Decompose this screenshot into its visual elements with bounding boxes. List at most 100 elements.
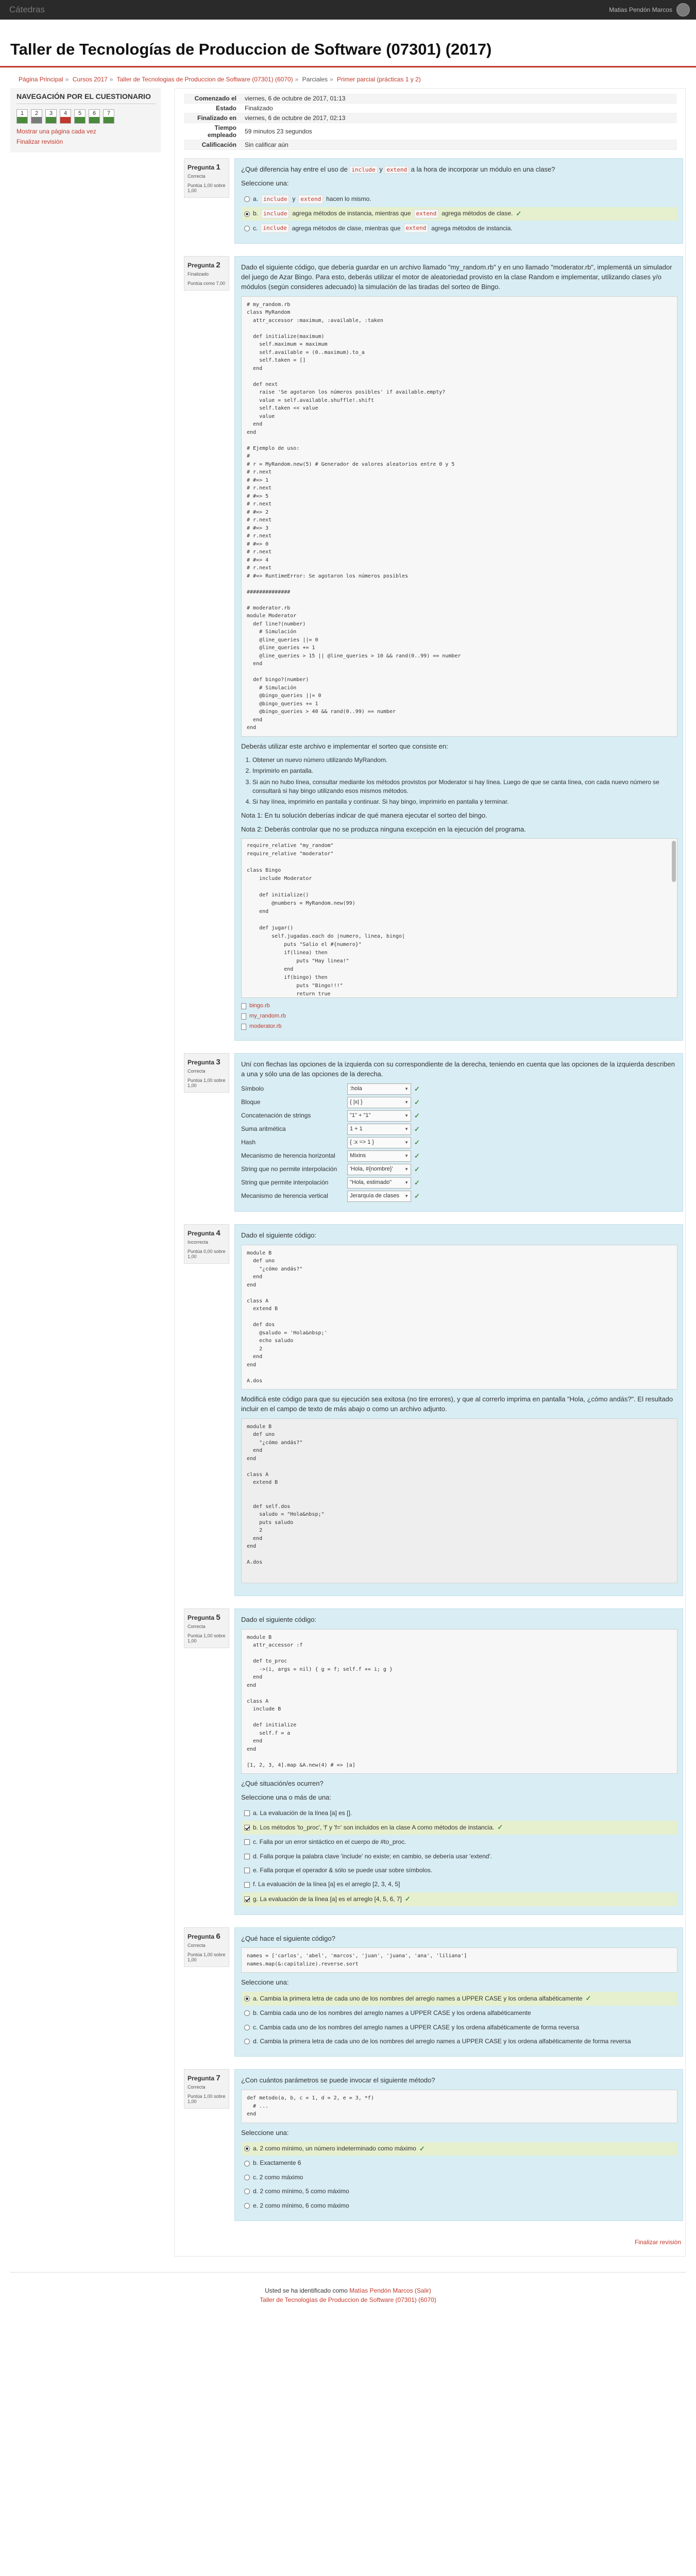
answer-option-a[interactable]: a. include y extend hacen lo mismo. — [241, 193, 677, 206]
checkbox[interactable] — [244, 1896, 250, 1902]
answer-option[interactable]: a. 2 como mínimo, un número indeterminad… — [241, 2142, 677, 2156]
radio-button[interactable] — [244, 196, 250, 202]
answer-option[interactable]: a. La evaluación de la línea [a] es []. — [241, 1807, 677, 1820]
footer-course-link[interactable]: Taller de Tecnologías de Produccion de S… — [260, 2296, 436, 2303]
question-nav-button[interactable]: 1 — [16, 109, 28, 124]
matching-select[interactable]: :hola ▼ — [347, 1083, 411, 1095]
answer-option[interactable]: d. 2 como mínimo, 5 como máximo — [241, 2185, 677, 2198]
answer-option[interactable]: b. Exactamente 6 — [241, 2157, 677, 2170]
answer-text[interactable]: require_relative "my_random" require_rel… — [247, 843, 405, 997]
matching-select[interactable]: "Hola, estimado" ▼ — [347, 1177, 411, 1189]
radio-button[interactable] — [244, 1996, 250, 2002]
breadcrumb-home[interactable]: Página Principal — [19, 76, 63, 83]
matching-select[interactable]: Mixins ▼ — [347, 1150, 411, 1162]
radio-button[interactable] — [244, 2010, 250, 2016]
attachment-file[interactable]: moderator.rb — [241, 1023, 677, 1031]
matching-select[interactable]: { :x => 1 } ▼ — [347, 1137, 411, 1148]
attachment-file[interactable]: bingo.rb — [241, 1002, 677, 1010]
question-nav-number: 5 — [78, 110, 82, 116]
question-points: Puntúa 1,00 sobre 1,00 — [188, 1078, 226, 1089]
radio-button[interactable] — [244, 2160, 250, 2166]
answer-textarea[interactable]: module B def uno "¿cómo andás?" end end … — [241, 1418, 677, 1583]
answer-option[interactable]: b. Los métodos 'to_proc', 'f' y 'f=' son… — [241, 1821, 677, 1835]
answer-option[interactable]: e. 2 como mínimo, 6 como máximo — [241, 2199, 677, 2212]
site-brand[interactable]: Cátedras — [9, 5, 45, 15]
question-text: Dado el siguiente código, que debería gu… — [241, 263, 672, 291]
matching-select[interactable]: Jerarquía de clases ▼ — [347, 1190, 411, 1202]
question-label: Pregunta — [188, 1933, 215, 1940]
question-label: Pregunta — [188, 1614, 215, 1621]
answer-option-b[interactable]: b. include agrega métodos de instancia, … — [241, 207, 677, 221]
finish-review-link-bottom[interactable]: Finalizar revisión — [635, 2239, 681, 2246]
matching-select[interactable]: 1 + 1 ▼ — [347, 1123, 411, 1135]
question-nav-number: 6 — [92, 110, 96, 116]
question-nav-button[interactable]: 4 — [60, 109, 71, 124]
matching-select[interactable]: "1" + "1" ▼ — [347, 1110, 411, 1122]
question-nav-button[interactable]: 3 — [45, 109, 57, 124]
show-one-page-link[interactable]: Mostrar una página cada vez — [16, 128, 156, 135]
radio-button[interactable] — [244, 2024, 250, 2030]
question-info: Pregunta 1 Correcta Puntúa 1,00 sobre 1,… — [184, 158, 229, 198]
matching-label: Mecanismo de herencia horizontal — [241, 1152, 335, 1160]
top-navbar: Cátedras Matias Pendón Marcos — [0, 0, 696, 20]
checkbox[interactable] — [244, 1882, 250, 1888]
question-nav-button[interactable]: 6 — [89, 109, 100, 124]
answer-option-c[interactable]: c. include agrega métodos de clase, mien… — [241, 222, 677, 235]
summary-value: viernes, 6 de octubre de 2017, 02:13 — [241, 113, 677, 123]
radio-button[interactable] — [244, 2202, 250, 2209]
editor-scrollbar[interactable] — [672, 841, 676, 883]
checkbox[interactable] — [244, 1839, 250, 1845]
question-nav-button[interactable]: 5 — [74, 109, 86, 124]
question-state: Correcta — [188, 2084, 206, 2090]
answer-option[interactable]: b. Cambia cada uno de los nombres del ar… — [241, 2007, 677, 2020]
attachment-file[interactable]: my_random.rb — [241, 1012, 677, 1021]
breadcrumb-quiz[interactable]: Primer parcial (prácticas 1 y 2) — [337, 76, 421, 83]
answer-option[interactable]: f. La evaluación de la línea [a] es el a… — [241, 1878, 677, 1891]
user-menu[interactable]: Matias Pendón Marcos — [609, 3, 690, 16]
answer-option[interactable]: d. Cambia la primera letra de cada uno d… — [241, 2035, 677, 2048]
answer-option[interactable]: c. 2 como máximo — [241, 2171, 677, 2184]
matching-select[interactable]: 'Hola, #{nombre}' ▼ — [347, 1163, 411, 1175]
question-points: Puntúa 1,00 sobre 1,00 — [188, 2094, 226, 2105]
answer-option[interactable]: a. Cambia la primera letra de cada uno d… — [241, 1992, 677, 2006]
chevron-down-icon: ▼ — [404, 1087, 409, 1092]
answer-option[interactable]: c. Cambia cada uno de los nombres del ar… — [241, 2021, 677, 2034]
radio-button[interactable] — [244, 2146, 250, 2152]
chevron-down-icon: ▼ — [404, 1113, 409, 1118]
finish-review-link[interactable]: Finalizar revisión — [16, 138, 156, 145]
answer-text: g. La evaluación de la línea [a] es el a… — [253, 1895, 402, 1903]
radio-button[interactable] — [244, 2174, 250, 2180]
breadcrumb-courses[interactable]: Cursos 2017 — [73, 76, 108, 83]
breadcrumb-course[interactable]: Taller de Tecnologias de Produccion de S… — [117, 76, 293, 83]
question-nav-button[interactable]: 2 — [31, 109, 42, 124]
logout-link[interactable]: (Salir) — [415, 2287, 431, 2294]
checkbox[interactable] — [244, 1825, 250, 1831]
matching-row: Bloque { |x| } ▼ ✓ — [241, 1096, 677, 1108]
answer-option[interactable]: g. La evaluación de la línea [a] es el a… — [241, 1892, 677, 1906]
radio-button[interactable] — [244, 2189, 250, 2195]
question-info: Pregunta 4 Incorrecta Puntúa 0,00 sobre … — [184, 1224, 229, 1264]
answer-editor[interactable]: require_relative "my_random" require_rel… — [241, 838, 677, 998]
matching-select[interactable]: { |x| } ▼ — [347, 1096, 411, 1108]
radio-button[interactable] — [244, 2039, 250, 2045]
question-nav-button[interactable]: 7 — [103, 109, 114, 124]
question-text: ¿Qué hace el siguiente código? — [241, 1934, 335, 1942]
step-item: Si aún no hubo línea, consultar mediante… — [252, 778, 677, 796]
question-points: Puntúa como 7,00 — [188, 281, 226, 286]
user-name[interactable]: Matias Pendón Marcos — [609, 6, 672, 13]
radio-button[interactable] — [244, 211, 250, 217]
correct-check-icon: ✓ — [414, 1192, 420, 1200]
checkbox[interactable] — [244, 1810, 250, 1817]
checkbox[interactable] — [244, 1853, 250, 1859]
radio-button[interactable] — [244, 225, 250, 231]
checkbox[interactable] — [244, 1868, 250, 1874]
step-item: Imprimirlo en pantalla. — [252, 767, 677, 775]
answer-option[interactable]: c. Falla por un error sintáctico en el c… — [241, 1836, 677, 1849]
correct-check-icon: ✓ — [414, 1125, 420, 1133]
user-avatar-icon[interactable] — [676, 3, 690, 16]
footer-user-link[interactable]: Matías Pendón Marcos — [349, 2287, 413, 2294]
answer-option[interactable]: d. Falla porque la palabra clave 'includ… — [241, 1850, 677, 1863]
matching-label: Suma aritmética — [241, 1125, 286, 1133]
question-points: Puntúa 1,00 sobre 1,00 — [188, 1633, 226, 1643]
answer-option[interactable]: e. Falla porque el operador & sólo se pu… — [241, 1864, 677, 1877]
